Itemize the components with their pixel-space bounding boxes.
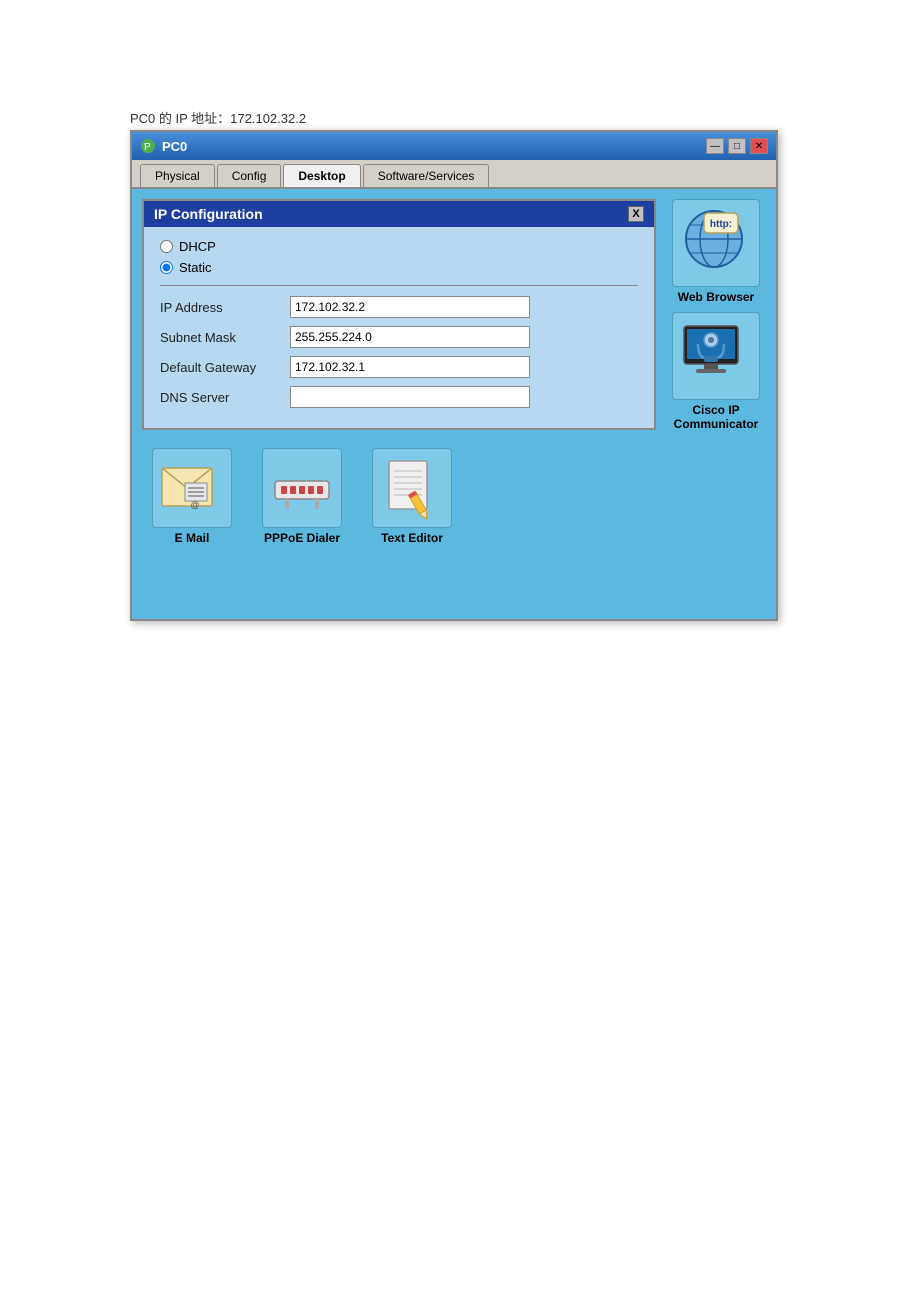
cisco-icon-img xyxy=(672,312,760,400)
bottom-app-icons: @ E Mail xyxy=(142,442,656,551)
maximize-button[interactable]: □ xyxy=(728,138,746,154)
webbrowser-icon-img: http: xyxy=(672,199,760,287)
window-icon: P xyxy=(140,138,156,154)
static-radio[interactable] xyxy=(160,261,173,274)
email-app-icon[interactable]: @ E Mail xyxy=(142,448,242,545)
cisco-svg xyxy=(676,316,756,396)
default-gateway-input[interactable] xyxy=(290,356,530,378)
title-bar: P PC0 — □ ✕ xyxy=(132,132,776,160)
desktop-content: IP Configuration X DHCP Static xyxy=(132,189,776,619)
subnet-mask-label-field: Subnet Mask xyxy=(160,330,290,345)
svg-text:http:: http: xyxy=(710,219,732,230)
subnet-mask-input[interactable] xyxy=(290,326,530,348)
ip-config-close-button[interactable]: X xyxy=(628,206,644,222)
subnet-mask-row: Subnet Mask xyxy=(160,326,638,348)
tab-desktop[interactable]: Desktop xyxy=(283,164,360,187)
default-gateway-label-field: Default Gateway xyxy=(160,360,290,375)
static-label: Static xyxy=(179,260,212,275)
pc0-window: P PC0 — □ ✕ Physical Config Desktop Soft… xyxy=(130,130,778,621)
pppoe-icon-img xyxy=(262,448,342,528)
svg-text:@: @ xyxy=(190,500,199,510)
email-icon-img: @ xyxy=(152,448,232,528)
ip-config-titlebar: IP Configuration X xyxy=(144,201,654,227)
tab-physical[interactable]: Physical xyxy=(140,164,215,187)
cisco-label: Cisco IP Communicator xyxy=(666,403,766,431)
pppoe-label: PPPoE Dialer xyxy=(264,531,340,545)
pppoe-dialer-app-icon[interactable]: PPPoE Dialer xyxy=(252,448,352,545)
title-bar-controls: — □ ✕ xyxy=(706,138,768,154)
tab-bar: Physical Config Desktop Software/Service… xyxy=(132,160,776,189)
minimize-button[interactable]: — xyxy=(706,138,724,154)
texteditor-svg xyxy=(377,453,447,523)
tab-config[interactable]: Config xyxy=(217,164,282,187)
dns-server-label-field: DNS Server xyxy=(160,390,290,405)
dhcp-radio-item[interactable]: DHCP xyxy=(160,239,638,254)
ip-address-label-field: IP Address xyxy=(160,300,290,315)
divider xyxy=(160,285,638,286)
main-panel: IP Configuration X DHCP Static xyxy=(142,199,656,609)
ip-address-label: PC0 的 IP 地址：172.102.32.2 xyxy=(130,108,306,127)
text-editor-app-icon[interactable]: Text Editor xyxy=(362,448,462,545)
title-bar-left: P PC0 xyxy=(140,138,187,154)
window-title: PC0 xyxy=(162,139,187,154)
web-browser-label: Web Browser xyxy=(678,290,754,304)
email-svg: @ xyxy=(157,453,227,523)
dns-server-input[interactable] xyxy=(290,386,530,408)
ip-address-input[interactable] xyxy=(290,296,530,318)
default-gateway-row: Default Gateway xyxy=(160,356,638,378)
cisco-ip-communicator-app-icon[interactable]: Cisco IP Communicator xyxy=(666,312,766,431)
dhcp-label: DHCP xyxy=(179,239,216,254)
ip-address-row: IP Address xyxy=(160,296,638,318)
side-panel: http: Web Browser xyxy=(666,199,766,609)
dns-server-row: DNS Server xyxy=(160,386,638,408)
text-editor-label: Text Editor xyxy=(381,531,443,545)
web-browser-app-icon[interactable]: http: Web Browser xyxy=(672,199,760,304)
ip-config-dialog: IP Configuration X DHCP Static xyxy=(142,199,656,430)
webbrowser-svg: http: xyxy=(676,203,756,283)
dhcp-radio[interactable] xyxy=(160,240,173,253)
ip-mode-radio-group: DHCP Static xyxy=(160,239,638,275)
tab-software-services[interactable]: Software/Services xyxy=(363,164,490,187)
email-label: E Mail xyxy=(175,531,210,545)
texteditor-icon-img xyxy=(372,448,452,528)
window-close-button[interactable]: ✕ xyxy=(750,138,768,154)
svg-text:P: P xyxy=(144,142,151,153)
ip-config-title: IP Configuration xyxy=(154,206,263,222)
ip-config-body: DHCP Static IP Address Subnet Mask xyxy=(144,227,654,428)
pppoe-svg xyxy=(267,453,337,523)
static-radio-item[interactable]: Static xyxy=(160,260,638,275)
